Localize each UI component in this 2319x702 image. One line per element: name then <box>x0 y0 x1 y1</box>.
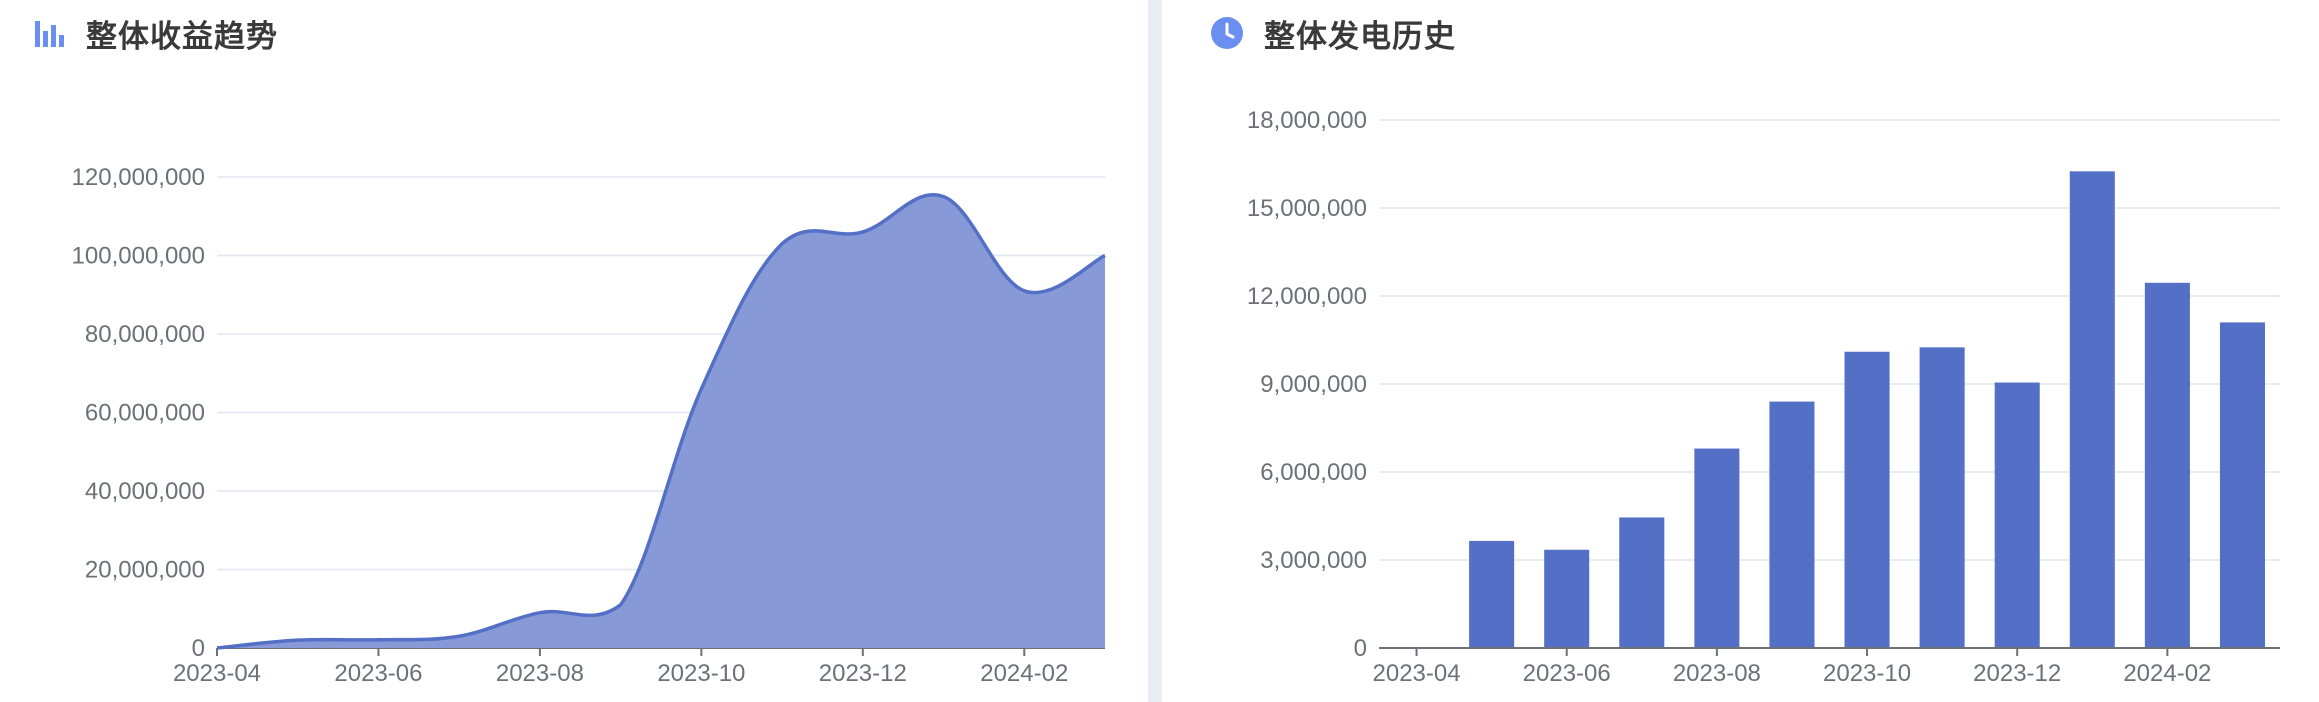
generation-y-tick-label: 9,000,000 <box>1260 371 1367 398</box>
revenue-area-fill <box>217 194 1105 648</box>
generation-bar <box>2219 322 2265 648</box>
generation-y-tick-label: 0 <box>1354 635 1367 662</box>
panel-divider <box>1148 0 1162 702</box>
generation-bar <box>1769 401 1815 648</box>
generation-bar <box>1694 448 1740 648</box>
revenue-y-tick-label: 120,000,000 <box>72 164 205 191</box>
generation-y-tick-label: 12,000,000 <box>1247 283 1367 310</box>
revenue-y-tick-label: 100,000,000 <box>72 243 205 270</box>
generation-y-tick-label: 18,000,000 <box>1247 107 1367 134</box>
revenue-y-tick-label: 80,000,000 <box>85 321 205 348</box>
revenue-y-tick-label: 20,000,000 <box>85 557 205 584</box>
revenue-x-tick-label: 2023-10 <box>657 660 745 687</box>
generation-x-tick-label: 2023-06 <box>1523 660 1611 687</box>
revenue-x-tick-label: 2023-06 <box>334 660 422 687</box>
generation-y-tick-label: 15,000,000 <box>1247 195 1367 222</box>
revenue-x-tick-label: 2024-02 <box>980 660 1068 687</box>
generation-x-tick-label: 2023-08 <box>1673 660 1761 687</box>
generation-bar <box>1994 382 2040 648</box>
generation-history-panel: 整体发电历史 0 3,000,000 6,000,000 9,000,000 12,00… <box>1162 0 2319 702</box>
revenue-y-tick-label: 60,000,000 <box>85 400 205 427</box>
revenue-y-tick-label: 0 <box>192 635 205 662</box>
generation-history-chart: 0 3,000,000 6,000,000 9,000,000 12,000,000 15… <box>1247 107 2280 687</box>
generation-bar <box>1544 549 1590 648</box>
revenue-x-tick-label: 2023-12 <box>819 660 907 687</box>
generation-x-tick-label: 2024-02 <box>2123 660 2211 687</box>
generation-y-tick-label: 3,000,000 <box>1260 547 1367 574</box>
generation-y-tick-label: 6,000,000 <box>1260 459 1367 486</box>
generation-bar <box>2144 282 2190 648</box>
revenue-x-tick-label: 2023-04 <box>173 660 261 687</box>
revenue-y-tick-label: 40,000,000 <box>85 478 205 505</box>
generation-x-tick-label: 2023-04 <box>1373 660 1461 687</box>
generation-x-tick-label: 2023-10 <box>1823 660 1911 687</box>
revenue-trend-chart: 0 20,000,000 40,000,000 60,000,000 80,000,00… <box>72 164 1106 687</box>
generation-bar <box>1919 347 1965 648</box>
revenue-trend-panel: 整体收益趋势 0 20,000,000 40,000,000 60,000,000 80… <box>0 0 1148 702</box>
generation-bar <box>2069 171 2115 649</box>
generation-bar <box>1469 540 1515 648</box>
generation-bar <box>1619 517 1665 648</box>
generation-x-tick-label: 2023-12 <box>1973 660 2061 687</box>
generation-bar <box>1844 351 1890 648</box>
revenue-x-tick-label: 2023-08 <box>496 660 584 687</box>
dashboard-page: 整体收益趋势 0 20,000,000 40,000,000 60,000,000 80… <box>0 0 2319 702</box>
